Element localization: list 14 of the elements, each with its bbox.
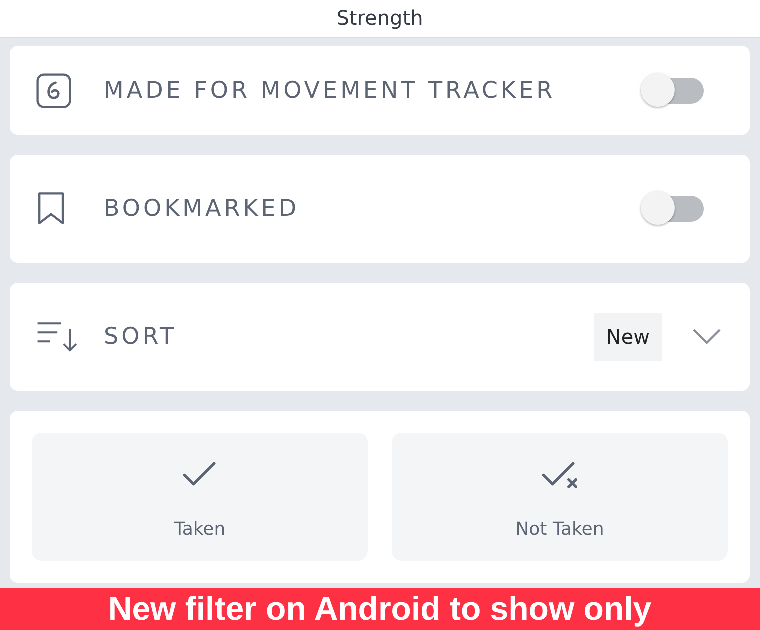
bookmark-icon xyxy=(36,191,67,227)
filter-label: MADE FOR MOVEMENT TRACKER xyxy=(104,78,557,104)
chevron-down-icon[interactable] xyxy=(692,328,722,346)
filter-label: BOOKMARKED xyxy=(104,196,301,222)
spiral-icon xyxy=(36,72,72,108)
filter-option-button[interactable]: Taken xyxy=(32,433,368,561)
filter-option-button[interactable]: Not Taken xyxy=(392,433,728,561)
caption-banner: New filter on Android to show only xyxy=(0,588,760,630)
screen-title: Strength xyxy=(336,7,424,29)
toggle-switch[interactable] xyxy=(640,72,706,110)
sort-icon xyxy=(36,320,80,354)
filter-label: SORT xyxy=(104,324,178,350)
sort-value[interactable]: New xyxy=(594,313,662,361)
check-with-cross-icon xyxy=(541,460,579,490)
